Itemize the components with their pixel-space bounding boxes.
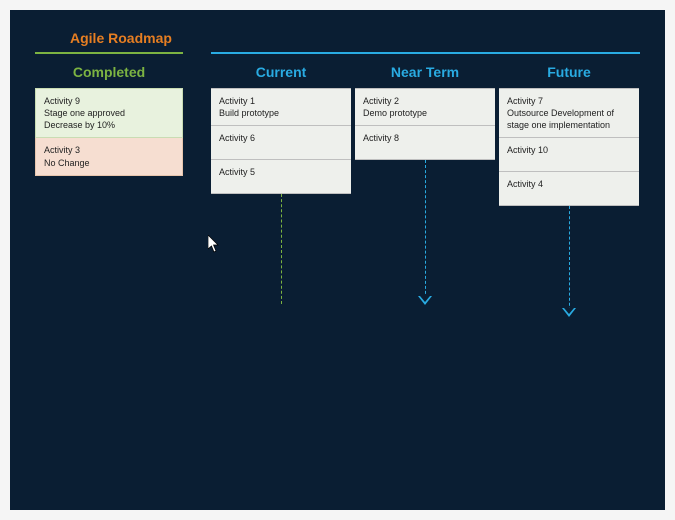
card[interactable]: Activity 5 bbox=[211, 160, 351, 194]
chevron-down-icon bbox=[562, 308, 576, 317]
connector-line bbox=[425, 160, 426, 304]
column-header-current: Current bbox=[211, 58, 351, 88]
card-title: Activity 6 bbox=[219, 132, 343, 144]
column-completed: Completed Activity 9 Stage one approved … bbox=[35, 58, 183, 316]
card[interactable]: Activity 10 bbox=[499, 138, 639, 172]
card-stack: Activity 1 Build prototype Activity 6 Ac… bbox=[211, 88, 351, 194]
column-current: Current Activity 1 Build prototype Activ… bbox=[211, 58, 351, 316]
card-title: Activity 4 bbox=[507, 178, 631, 190]
card[interactable]: Activity 3 No Change bbox=[35, 138, 183, 175]
card-title: Activity 8 bbox=[363, 132, 487, 144]
column-header-near: Near Term bbox=[355, 58, 495, 88]
page-title: Agile Roadmap bbox=[70, 30, 640, 46]
card[interactable]: Activity 9 Stage one approved Decrease b… bbox=[35, 88, 183, 138]
connector bbox=[499, 206, 639, 316]
card-desc: Build prototype bbox=[219, 107, 343, 119]
connector bbox=[211, 194, 351, 304]
card-title: Activity 5 bbox=[219, 166, 343, 178]
roadmap-board: Agile Roadmap Completed Activity 9 Stage… bbox=[10, 10, 665, 510]
card-stack: Activity 7 Outsource Development of stag… bbox=[499, 88, 639, 206]
card[interactable]: Activity 7 Outsource Development of stag… bbox=[499, 88, 639, 138]
rule-rest bbox=[211, 52, 640, 54]
card-title: Activity 3 bbox=[44, 144, 174, 156]
card-title: Activity 10 bbox=[507, 144, 631, 156]
connector-line bbox=[569, 206, 570, 316]
column-header-future: Future bbox=[499, 58, 639, 88]
card-desc: Stage one approved bbox=[44, 107, 174, 119]
card-title: Activity 9 bbox=[44, 95, 174, 107]
connector bbox=[355, 160, 495, 304]
card[interactable]: Activity 8 bbox=[355, 126, 495, 160]
column-future: Future Activity 7 Outsource Development … bbox=[499, 58, 639, 316]
card-stack: Activity 2 Demo prototype Activity 8 bbox=[355, 88, 495, 160]
card[interactable]: Activity 4 bbox=[499, 172, 639, 206]
card-title: Activity 7 bbox=[507, 95, 631, 107]
card-title: Activity 1 bbox=[219, 95, 343, 107]
card-desc: Demo prototype bbox=[363, 107, 487, 119]
columns: Completed Activity 9 Stage one approved … bbox=[35, 58, 640, 316]
card-desc: Outsource Development of stage one imple… bbox=[507, 107, 631, 131]
column-header-completed: Completed bbox=[35, 58, 183, 88]
rule-completed bbox=[35, 52, 183, 54]
card[interactable]: Activity 2 Demo prototype bbox=[355, 88, 495, 126]
header-rules bbox=[35, 52, 640, 54]
card-desc: Decrease by 10% bbox=[44, 119, 174, 131]
card-desc: No Change bbox=[44, 157, 174, 169]
card[interactable]: Activity 6 bbox=[211, 126, 351, 160]
card-title: Activity 2 bbox=[363, 95, 487, 107]
chevron-down-icon bbox=[418, 296, 432, 305]
column-near-term: Near Term Activity 2 Demo prototype Acti… bbox=[355, 58, 495, 316]
card[interactable]: Activity 1 Build prototype bbox=[211, 88, 351, 126]
connector-line bbox=[281, 194, 282, 304]
